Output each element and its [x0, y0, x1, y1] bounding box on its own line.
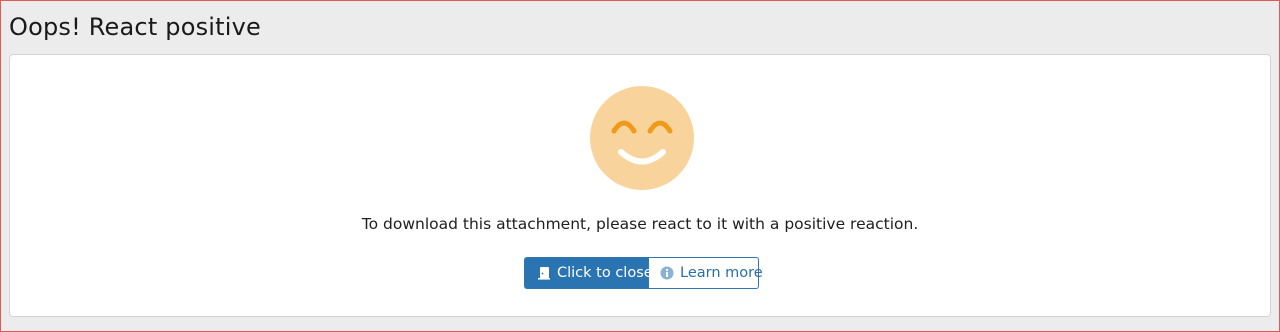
- info-circle-icon: [660, 266, 674, 280]
- notice-panel: To download this attachment, please reac…: [9, 54, 1271, 317]
- close-button[interactable]: Click to close: [524, 257, 653, 289]
- smiling-face-icon: [590, 86, 694, 190]
- window-frame: Oops! React positive To download this at…: [0, 0, 1280, 332]
- door-exit-icon: [537, 266, 551, 280]
- page-title: Oops! React positive: [9, 13, 262, 41]
- learn-more-button[interactable]: Learn more: [649, 257, 763, 289]
- close-button-label: Click to close: [557, 265, 653, 281]
- attachment-message: To download this attachment, please reac…: [361, 215, 919, 233]
- learn-more-button-label: Learn more: [680, 265, 763, 281]
- action-button-group: Click to close Learn more: [524, 257, 763, 289]
